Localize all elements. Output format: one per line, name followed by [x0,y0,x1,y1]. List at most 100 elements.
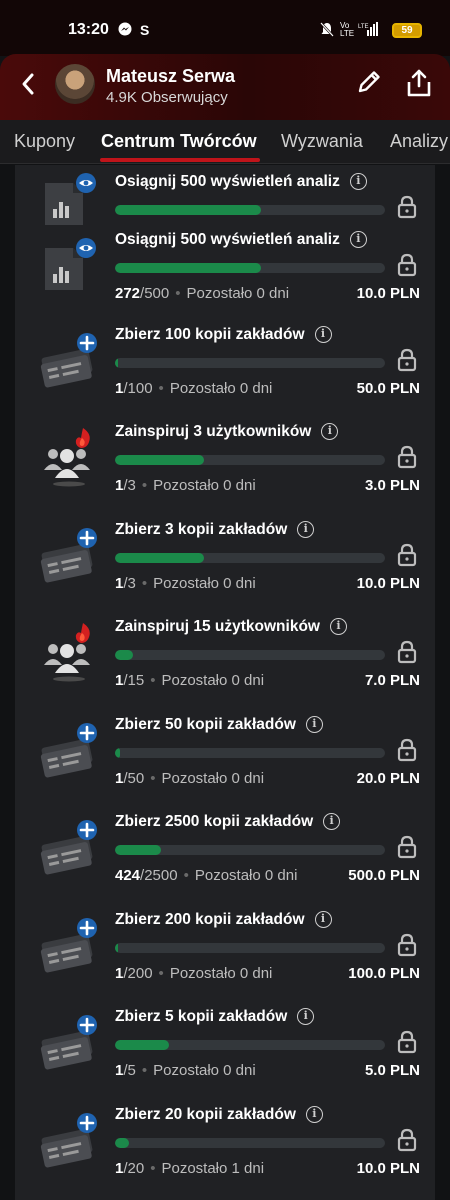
bet-slip-add-icon [37,914,101,978]
info-icon[interactable]: i [314,326,332,343]
challenge-title: Osiągnij 500 wyświetleń analiz i [115,173,367,191]
challenge-item[interactable]: Zbierz 5 kopii zakładów i 1/5 • Pozostało 0 … [15,997,435,1094]
challenges-list[interactable]: Osiągnij 500 wyświetleń analiz i Osiągnij … [15,165,435,1200]
status-time: 13:20 [68,21,109,38]
separator-dot: • [183,867,189,884]
lock-icon [397,543,417,567]
info-icon[interactable]: i [321,423,339,440]
separator-dot: • [150,1160,156,1177]
info-icon[interactable]: i [323,813,341,830]
challenge-progress-text: 1/100 • Pozostało 0 dni [115,380,272,397]
progress-target: /200 [123,965,153,982]
separator-dot: • [175,285,181,302]
lock-icon [397,195,417,219]
signal-icon: LTE [358,22,380,39]
progress-fill [115,748,121,758]
challenge-progress-text: 1/20 • Pozostało 1 dni [115,1160,264,1177]
challenge-item[interactable]: Zbierz 2500 kopii zakładów i 424/2500 • Pozo… [15,802,435,899]
info-icon[interactable]: i [305,716,323,733]
info-icon[interactable]: i [297,1008,315,1025]
progress-target: /500 [140,285,170,302]
info-icon[interactable]: i [329,618,347,635]
progress-bar [115,455,385,465]
reward-amount: 10.0 PLN [356,1160,420,1177]
tab-analizy[interactable]: Analizy [390,131,448,152]
progress-bar [115,263,385,273]
bet-slip-add-icon [37,1011,101,1075]
svg-text:LTE: LTE [358,24,369,30]
lock-icon [397,738,417,762]
challenge-item[interactable]: Osiągnij 500 wyświetleń analiz i 272/500 • P… [15,220,435,317]
progress-bar [115,650,385,660]
challenge-title-text: Osiągnij 500 wyświetleń analiz [115,173,340,190]
tab-wyzwania[interactable]: Wyzwania [281,131,363,152]
info-icon[interactable]: i [349,173,367,190]
challenge-progress-text: 1/5 • Pozostało 0 dni [115,1062,256,1079]
share-icon [407,69,431,97]
edit-button[interactable] [355,68,387,100]
progress-fill [115,205,261,215]
tab-kupony[interactable]: Kupony [14,131,75,152]
reward-amount: 10.0 PLN [356,575,420,592]
status-bar: 13:20 S Vo LTE LTE 59 [0,0,450,56]
separator-dot: • [158,965,164,982]
challenge-progress-text: 1/3 • Pozostało 0 dni [115,575,256,592]
info-icon[interactable]: i [349,231,367,248]
remaining-time: Pozostało 0 dni [169,380,273,397]
progress-fill [115,358,119,368]
share-button[interactable] [405,68,437,100]
avatar[interactable] [55,64,95,104]
tab-centrum-tworcow[interactable]: Centrum Twórców [101,131,257,152]
challenge-title: Zbierz 50 kopii zakładów i [115,716,323,734]
separator-dot: • [141,477,148,494]
challenge-item[interactable]: Zainspiruj 3 użytkowników i 1/3 • Pozostało … [15,412,435,509]
remaining-time: Pozostało 0 dni [153,1062,256,1079]
back-button[interactable] [20,72,36,103]
info-icon[interactable]: i [314,911,332,928]
lock-icon [397,933,417,957]
separator-dot: • [141,575,148,592]
separator-dot: • [158,380,164,397]
challenge-item[interactable]: Zbierz 200 kopii zakładów i 1/200 • Pozostał… [15,900,435,997]
challenge-item[interactable]: Zbierz 20 kopii zakładów i 1/20 • Pozostało … [15,1095,435,1192]
challenge-item[interactable]: Osiągnij 500 wyświetleń analiz i [15,165,435,225]
progress-bar [115,205,385,215]
progress-target: /50 [123,770,145,787]
challenge-progress-text: 1/50 • Pozostało 0 dni [115,770,264,787]
challenge-item[interactable]: Zbierz 100 kopii zakładów i 1/100 • Pozostał… [15,315,435,412]
challenge-title-text: Zainspiruj 15 użytkowników [115,618,320,635]
bet-slip-add-icon [37,1109,101,1173]
info-icon[interactable]: i [297,521,315,538]
challenge-item[interactable]: Zbierz 3 kopii zakładów i 1/3 • Pozostało 0 … [15,510,435,607]
challenge-title: Zbierz 20 kopii zakładów i [115,1106,323,1124]
reward-amount: 7.0 PLN [364,672,420,689]
challenge-title-text: Zbierz 20 kopii zakładów [115,1106,296,1123]
separator-dot: • [141,1062,148,1079]
app-s-icon: S [140,22,150,38]
reward-amount: 50.0 PLN [356,380,420,397]
challenge-title-text: Zbierz 50 kopii zakładów [115,716,296,733]
battery-indicator: 59 [392,23,422,38]
mute-icon [320,22,334,40]
progress-bar [115,845,385,855]
progress-fill [115,650,133,660]
challenge-title: Zbierz 5 kopii zakładów i [115,1008,315,1026]
challenge-title-text: Zbierz 200 kopii zakładów [115,911,305,928]
bet-slip-add-icon [37,816,101,880]
progress-fill [115,943,119,953]
progress-target: /20 [123,1160,145,1177]
lock-icon [397,1030,417,1054]
lock-icon [397,1128,417,1152]
remaining-time: Pozostało 0 dni [153,575,256,592]
progress-fill [115,1040,169,1050]
challenge-item[interactable]: Zbierz 50 kopii zakładów i 1/50 • Pozostało … [15,705,435,802]
info-icon[interactable]: i [305,1106,323,1123]
challenge-progress-text: 1/15 • Pozostało 0 dni [115,672,264,689]
challenge-title: Zbierz 3 kopii zakładów i [115,521,315,539]
challenge-item[interactable]: Zainspiruj 15 użytkowników i 1/15 • Pozostał… [15,607,435,704]
progress-fill [115,455,205,465]
challenge-title: Zbierz 2500 kopii zakładów i [115,813,341,831]
progress-bar [115,1138,385,1148]
progress-target: /3 [123,575,136,592]
challenge-progress-text: 272/500 • Pozostało 0 dni [115,285,289,302]
